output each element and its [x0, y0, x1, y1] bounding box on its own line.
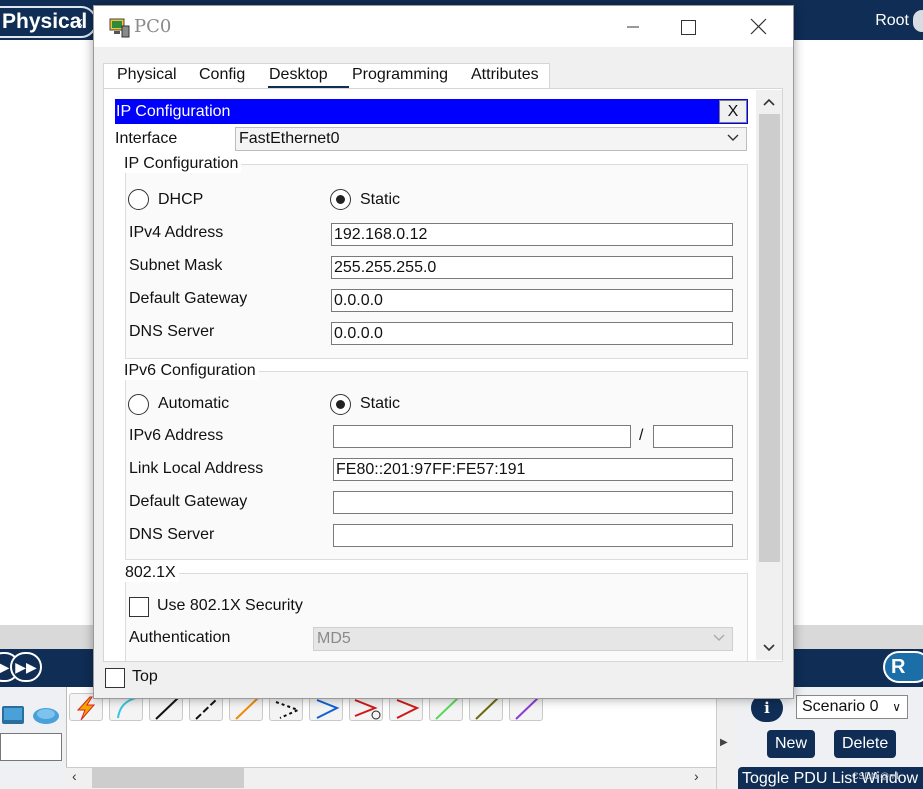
ipv6-address-label: IPv6 Address [129, 427, 224, 444]
scroll-left-icon[interactable]: ‹ [72, 768, 77, 784]
tab-physical[interactable]: Physical [117, 66, 177, 84]
authentication-label: Authentication [129, 629, 231, 646]
ipv6-static-radio[interactable] [330, 394, 351, 415]
interface-label: Interface [115, 130, 178, 147]
authentication-select[interactable]: MD5 [313, 627, 733, 651]
prefix-separator: / [639, 427, 644, 444]
authentication-value: MD5 [317, 630, 351, 647]
root-icon[interactable] [913, 10, 923, 32]
ipv6-automatic-radio[interactable] [128, 394, 149, 415]
cloud-icon[interactable] [0, 700, 66, 730]
device-tabs: Physical Config Desktop Programming Attr… [103, 63, 550, 89]
desktop-content: IP Configuration X Interface FastEtherne… [103, 88, 783, 662]
top-checkbox[interactable] [105, 668, 125, 688]
maximize-icon[interactable] [666, 12, 710, 42]
ipv6-default-gateway-input[interactable] [333, 491, 733, 514]
device-search-box[interactable] [0, 733, 62, 761]
scenario-value: Scenario 0 [802, 698, 879, 715]
root-label[interactable]: Root [875, 12, 909, 30]
ipv4-static-label: Static [360, 191, 401, 208]
watermark: CSDN @ml [852, 771, 899, 781]
window-title-bar[interactable]: PC0 [94, 6, 793, 47]
dhcp-label: DHCP [158, 191, 204, 208]
pc-monitor-icon [108, 16, 130, 38]
use-dot1x-checkbox[interactable] [129, 597, 149, 617]
close-icon[interactable] [736, 12, 780, 42]
link-local-address-input[interactable]: FE80::201:97FF:FE57:191 [333, 458, 733, 481]
top-label: Top [132, 668, 158, 685]
ipv6-automatic-label: Automatic [158, 395, 230, 412]
ipv6-group-title: IPv6 Configuration [121, 362, 259, 380]
content-vertical-scrollbar[interactable] [756, 90, 782, 660]
pc0-window: PC0 Physical Config Desktop Programming … [93, 5, 794, 699]
dns-server-label: DNS Server [129, 323, 215, 340]
ipv4-group-title: IP Configuration [121, 155, 242, 173]
scroll-right-icon[interactable]: › [694, 768, 699, 784]
ip-configuration-header: IP Configuration [115, 99, 748, 124]
chevron-down-icon [727, 134, 739, 141]
interface-value: FastEthernet0 [239, 130, 340, 147]
ipv6-dns-server-label: DNS Server [129, 526, 215, 543]
ipv6-dns-server-input[interactable] [333, 524, 733, 547]
fast-forward-icon[interactable]: ▶▶ [10, 652, 42, 682]
tab-desktop[interactable]: Desktop [269, 66, 328, 84]
tab-attributes[interactable]: Attributes [471, 66, 539, 84]
ipv6-static-label: Static [360, 395, 401, 412]
delete-scenario-button[interactable]: Delete [834, 730, 897, 758]
link-local-address-label: Link Local Address [129, 460, 264, 477]
scroll-up-icon[interactable] [761, 94, 777, 110]
realtime-mode-button[interactable]: R [883, 651, 923, 683]
use-dot1x-label: Use 802.1X Security [157, 597, 303, 614]
ipv6-default-gateway-label: Default Gateway [129, 493, 248, 510]
ipv6-prefix-input[interactable] [653, 425, 733, 448]
physical-tab-x[interactable]: x: [76, 14, 86, 29]
scroll-down-icon[interactable] [761, 640, 777, 656]
ipv4-static-radio[interactable] [330, 189, 351, 210]
chevron-down-icon [713, 634, 725, 641]
scenario-select[interactable]: Scenario 0 ∨ [796, 695, 908, 719]
minimize-icon[interactable] [611, 12, 655, 42]
ipv6-address-input[interactable] [333, 425, 631, 448]
subnet-mask-input[interactable]: 255.255.255.0 [331, 256, 733, 279]
expand-arrow-icon[interactable]: ▶ [720, 737, 728, 748]
tab-config[interactable]: Config [199, 66, 245, 84]
new-scenario-button[interactable]: New [767, 730, 816, 758]
dot1x-group-title: 802.1X [122, 564, 179, 582]
ip-configuration-close-button[interactable]: X [719, 100, 747, 123]
chevron-down-icon: ∨ [892, 700, 901, 714]
default-gateway-input[interactable]: 0.0.0.0 [331, 289, 733, 312]
window-title: PC0 [134, 16, 172, 37]
ipv4-address-input[interactable]: 192.168.0.12 [331, 223, 733, 246]
dns-server-input[interactable]: 0.0.0.0 [331, 322, 733, 345]
panel-splitter[interactable]: ▶ [716, 687, 734, 789]
dhcp-radio[interactable] [128, 189, 149, 210]
ipv4-address-label: IPv4 Address [129, 224, 224, 241]
interface-select[interactable]: FastEthernet0 [235, 127, 747, 151]
tools-scroll-thumb[interactable] [92, 768, 244, 788]
default-gateway-label: Default Gateway [129, 290, 248, 307]
tab-programming[interactable]: Programming [352, 66, 448, 84]
subnet-mask-label: Subnet Mask [129, 257, 223, 274]
device-category-icons[interactable] [0, 700, 66, 730]
vertical-scroll-thumb[interactable] [759, 114, 780, 562]
